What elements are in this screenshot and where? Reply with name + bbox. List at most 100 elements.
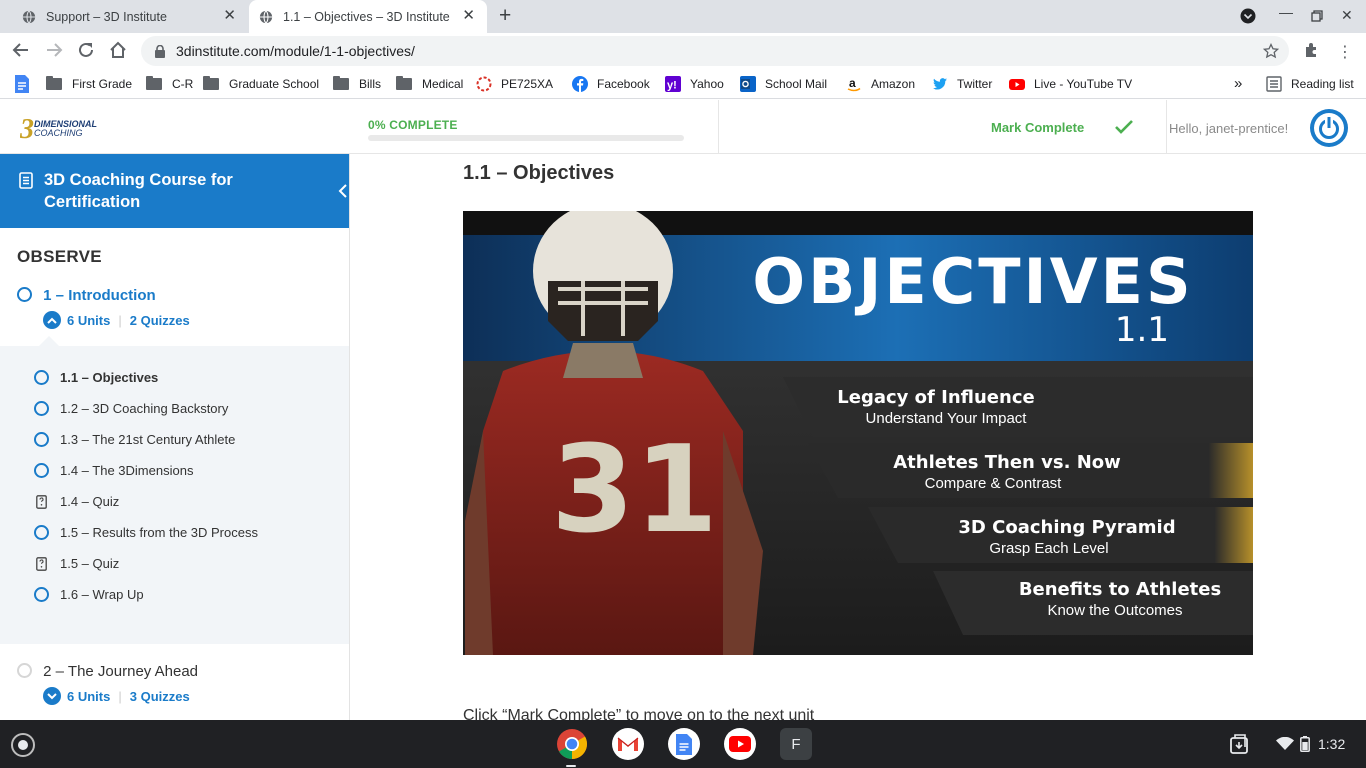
hero-heading: OBJECTIVES <box>752 245 1193 318</box>
unit-count: 6 Units <box>67 312 111 328</box>
bookmark-label: Yahoo <box>690 76 724 91</box>
bookmark-graduate-school[interactable]: Graduate School <box>203 69 319 98</box>
close-tab-icon[interactable]: ✕ <box>462 8 475 24</box>
reading-list-icon <box>1266 75 1282 92</box>
bookmark-pe725xa[interactable]: PE725XA <box>476 69 553 98</box>
meta-separator: | <box>118 688 122 704</box>
tab-title: Support – 3D Institute <box>46 9 167 24</box>
bookmark-facebook[interactable]: Facebook <box>572 69 650 98</box>
browser-menu-icon[interactable]: ⋮ <box>1337 42 1353 62</box>
bookmark-star-icon[interactable] <box>1263 43 1279 59</box>
close-window-icon[interactable]: ✕ <box>1341 7 1353 24</box>
folder-icon <box>333 75 349 90</box>
reload-icon[interactable] <box>77 41 95 59</box>
address-bar[interactable]: 3dinstitute.com/module/1-1-objectives/ <box>141 36 1289 66</box>
bookmark-twitter[interactable]: Twitter <box>932 69 992 98</box>
running-indicator <box>566 765 576 767</box>
unit-status-ring <box>34 401 49 416</box>
collapse-sidebar-button[interactable] <box>329 173 349 209</box>
minimize-icon[interactable]: — <box>1279 4 1293 20</box>
expand-lesson-button[interactable] <box>43 687 61 705</box>
extensions-puzzle-icon[interactable] <box>1303 41 1321 59</box>
restore-icon[interactable] <box>1311 10 1323 22</box>
lesson-status-ring <box>17 663 32 678</box>
bookmarks-bar: First Grade C-R Graduate School Bills Me… <box>0 69 1366 99</box>
quiz-icon <box>36 556 47 571</box>
unit-1-1-objectives[interactable]: 1.1 – Objectives <box>34 370 158 385</box>
bookmark-bills[interactable]: Bills <box>333 69 381 98</box>
header-divider <box>718 100 719 154</box>
apps-bookmark[interactable] <box>15 69 29 98</box>
quiz-1-5[interactable]: 1.5 – Quiz <box>34 556 119 571</box>
unit-1-3-athlete[interactable]: 1.3 – The 21st Century Athlete <box>34 432 235 447</box>
home-icon[interactable] <box>109 41 127 59</box>
instruction-text: Click “Mark Complete” to move on to the … <box>463 707 815 720</box>
objective-3-sub: Grasp Each Level <box>989 540 1108 557</box>
tab-support[interactable]: Support – 3D Institute ✕ <box>0 0 248 33</box>
unit-status-ring <box>34 432 49 447</box>
tab-search-icon[interactable] <box>1240 8 1256 24</box>
quiz-count: 2 Quizzes <box>129 312 190 328</box>
system-status-area[interactable]: 1:32 <box>1268 728 1360 760</box>
lesson-meta: 6 Units | 3 Quizzes <box>43 687 190 705</box>
youtube-icon[interactable] <box>724 728 756 760</box>
unit-1-6-wrap-up[interactable]: 1.6 – Wrap Up <box>34 587 144 602</box>
tote-clipboard-icon[interactable] <box>1228 733 1250 755</box>
bookmarks-overflow[interactable]: » <box>1234 69 1242 98</box>
unit-label: 1.2 – 3D Coaching Backstory <box>60 401 229 416</box>
bookmark-c-r[interactable]: C-R <box>146 69 193 98</box>
launcher-icon[interactable] <box>11 733 35 757</box>
objective-4-sub: Know the Outcomes <box>1047 602 1182 619</box>
checkmark-icon[interactable] <box>1114 119 1134 135</box>
tab-objectives[interactable]: 1.1 – Objectives – 3D Institute ✕ <box>249 0 487 33</box>
unit-1-2-backstory[interactable]: 1.2 – 3D Coaching Backstory <box>34 401 228 416</box>
twitter-icon <box>933 77 947 89</box>
logout-power-icon[interactable] <box>1309 108 1349 148</box>
bookmark-first-grade[interactable]: First Grade <box>46 69 132 98</box>
chrome-logo <box>557 729 588 759</box>
bookmark-amazon[interactable]: a Amazon <box>846 69 915 98</box>
unit-label: 1.4 – Quiz <box>60 494 120 509</box>
docs-icon[interactable] <box>668 728 700 760</box>
unit-count: 6 Units <box>67 688 111 704</box>
logo-numeral: 3 <box>20 114 34 142</box>
close-tab-icon[interactable]: ✕ <box>223 8 236 24</box>
collapse-lesson-button[interactable] <box>43 311 61 329</box>
mark-complete-button[interactable]: Mark Complete <box>991 120 1084 135</box>
units-list: 1.1 – Objectives 1.2 – 3D Coaching Backs… <box>0 336 349 644</box>
reading-list[interactable]: Reading list <box>1266 69 1354 98</box>
new-tab-icon[interactable]: + <box>499 5 511 27</box>
unit-label: 1.1 – Objectives <box>60 370 159 385</box>
unit-status-ring <box>34 463 49 478</box>
reading-list-label: Reading list <box>1291 76 1354 91</box>
lesson-introduction[interactable]: 1 – Introduction <box>17 287 156 304</box>
quiz-1-4[interactable]: 1.4 – Quiz <box>34 494 119 509</box>
bookmark-medical[interactable]: Medical <box>396 69 463 98</box>
back-arrow-icon[interactable] <box>12 41 30 59</box>
svg-text:a: a <box>849 76 856 90</box>
chevron-left-icon <box>338 184 347 198</box>
user-greeting: Hello, janet-prentice! <box>1169 121 1289 136</box>
objective-2-sub: Compare & Contrast <box>925 475 1063 492</box>
unit-1-4-3dimensions[interactable]: 1.4 – The 3Dimensions <box>34 463 193 478</box>
bookmark-label: PE725XA <box>501 76 554 91</box>
unit-label: 1.4 – The 3Dimensions <box>60 463 194 478</box>
course-banner[interactable]: 3D Coaching Course for Certification <box>0 154 349 228</box>
f-app-icon[interactable]: F <box>780 728 812 760</box>
chrome-icon[interactable] <box>556 728 588 760</box>
bookmark-label: Twitter <box>957 76 993 91</box>
f-app-letter: F <box>791 735 801 753</box>
unit-1-5-results[interactable]: 1.5 – Results from the 3D Process <box>34 525 258 540</box>
gmail-icon[interactable] <box>612 728 644 760</box>
bookmark-yahoo[interactable]: y! Yahoo <box>665 69 724 98</box>
site-header: 3 DIMENSIONAL COACHING 0% COMPLETE Mark … <box>0 100 1366 154</box>
os-taskbar: F 1:32 <box>0 720 1366 768</box>
browser-toolbar: 3dinstitute.com/module/1-1-objectives/ ⋮ <box>0 33 1366 69</box>
unit-label: 1.5 – Results from the 3D Process <box>60 525 258 540</box>
lesson-journey-ahead[interactable]: 2 – The Journey Ahead <box>17 663 198 680</box>
bookmark-school-mail[interactable]: School Mail <box>740 69 827 98</box>
forward-arrow-icon[interactable] <box>45 41 63 59</box>
globe-icon <box>22 10 36 23</box>
bookmark-youtube-tv[interactable]: Live - YouTube TV <box>1009 69 1132 98</box>
3d-coaching-logo[interactable]: 3 DIMENSIONAL COACHING <box>20 114 114 142</box>
